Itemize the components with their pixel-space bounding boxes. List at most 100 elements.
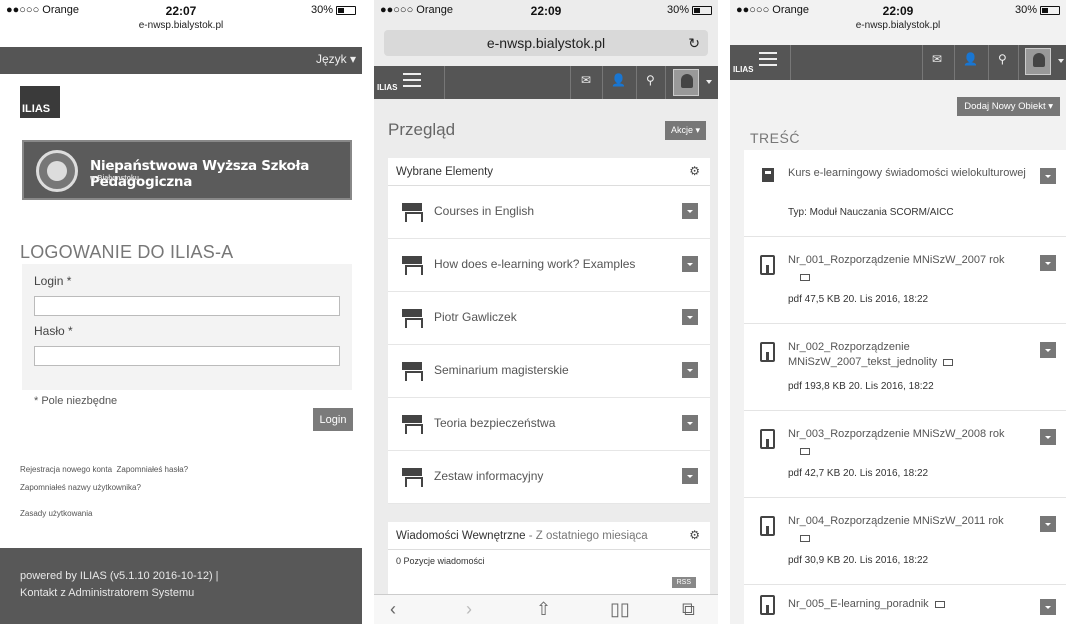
carrier: ●●○○○ Orange xyxy=(736,4,809,16)
course-icon xyxy=(402,468,423,487)
item-title[interactable]: Kurs e-learningowy świadomości wielokult… xyxy=(788,166,1036,181)
ilias-logo[interactable]: ILIAS xyxy=(733,65,753,74)
list-item[interactable]: Nr_002_Rozporządzenie MNiSzW_2007_tekst_… xyxy=(744,324,1066,411)
list-item[interactable]: Teoria bezpieczeństwa xyxy=(388,398,710,451)
item-label[interactable]: Piotr Gawliczek xyxy=(434,310,517,324)
mail-icon[interactable]: ✉ xyxy=(581,73,591,87)
search-icon[interactable]: ⚲ xyxy=(998,52,1007,66)
item-actions-dropdown[interactable] xyxy=(1040,342,1056,358)
file-download-icon xyxy=(760,516,775,536)
item-label[interactable]: Seminarium magisterskie xyxy=(434,363,569,377)
ilias-logo[interactable]: ILIAS xyxy=(20,86,60,118)
bookmarks-icon[interactable]: ▯▯ xyxy=(610,599,630,620)
menu-icon[interactable] xyxy=(759,52,777,66)
item-actions-dropdown[interactable] xyxy=(682,362,698,378)
tabs-icon[interactable]: ⧉ xyxy=(682,599,695,620)
school-seal-icon xyxy=(36,150,78,192)
terms-link[interactable]: Zasady użytkowania xyxy=(20,509,92,518)
monitor-icon xyxy=(800,274,810,281)
item-title[interactable]: Nr_004_Rozporządzenie MNiSzW_2011 rok xyxy=(788,514,1036,529)
item-label[interactable]: How does e-learning work? Examples xyxy=(434,257,635,271)
forgot-username-link[interactable]: Zapomniałeś nazwy użytkownika? xyxy=(20,483,141,492)
monitor-icon xyxy=(800,535,810,542)
back-icon[interactable]: ‹ xyxy=(390,599,396,620)
monitor-icon xyxy=(943,358,954,366)
search-icon[interactable]: ⚲ xyxy=(646,73,655,87)
item-actions-dropdown[interactable] xyxy=(682,468,698,484)
item-title[interactable]: Nr_005_E-learning_poradnik xyxy=(788,597,1036,612)
language-button[interactable]: Język ▾ xyxy=(316,52,356,66)
chevron-down-icon[interactable] xyxy=(1058,59,1064,63)
gear-icon[interactable]: ⚙ xyxy=(689,528,700,542)
menu-icon[interactable] xyxy=(403,73,421,87)
item-actions-dropdown[interactable] xyxy=(1040,429,1056,445)
list-item[interactable]: Piotr Gawliczek xyxy=(388,292,710,345)
item-label[interactable]: Courses in English xyxy=(434,204,534,218)
item-label[interactable]: Zestaw informacyjny xyxy=(434,469,543,483)
reload-icon[interactable]: ↻ xyxy=(688,30,700,56)
avatar[interactable] xyxy=(1025,48,1051,75)
dashboard-screen: ●●○○○ Orange 22:09 30% e-nwsp.bialystok.… xyxy=(374,0,718,624)
carrier: ●●○○○ Orange xyxy=(380,4,453,16)
list-item[interactable]: Nr_003_Rozporządzenie MNiSzW_2008 rok pd… xyxy=(744,411,1066,498)
item-actions-dropdown[interactable] xyxy=(682,415,698,431)
item-title[interactable]: Nr_001_Rozporządzenie MNiSzW_2007 rok xyxy=(788,253,1036,268)
item-title[interactable]: Nr_002_Rozporządzenie MNiSzW_2007_tekst_… xyxy=(788,340,958,370)
list-item[interactable]: Nr_005_E-learning_poradnik xyxy=(744,585,1066,624)
panel-title: Wybrane Elementy xyxy=(396,166,494,178)
list-item[interactable]: Seminarium magisterskie xyxy=(388,345,710,398)
course-icon xyxy=(402,256,423,275)
mail-icon[interactable]: ✉ xyxy=(932,52,942,66)
item-actions-dropdown[interactable] xyxy=(1040,516,1056,532)
gear-icon[interactable]: ⚙ xyxy=(689,164,700,178)
login-button[interactable]: Login xyxy=(313,408,353,431)
course-icon xyxy=(402,203,423,222)
forward-icon[interactable]: › xyxy=(466,599,472,620)
status-bar: ●●○○○ Orange 22:09 30% xyxy=(374,0,718,20)
carrier: ●●○○○ Orange xyxy=(6,4,79,16)
learning-module-icon xyxy=(762,168,774,182)
item-actions-dropdown[interactable] xyxy=(1040,168,1056,184)
url-text: e-nwsp.bialystok.pl xyxy=(486,35,606,51)
file-download-icon xyxy=(760,429,775,449)
item-label[interactable]: Teoria bezpieczeństwa xyxy=(434,416,555,430)
list-item[interactable]: Courses in English xyxy=(388,186,710,239)
contact-admin-link[interactable]: Kontakt z Administratorem Systemu xyxy=(20,585,342,602)
forgot-password-link[interactable]: Zapomniałeś hasła? xyxy=(117,465,189,474)
file-download-icon xyxy=(760,342,775,362)
login-input[interactable] xyxy=(34,296,340,316)
item-actions-dropdown[interactable] xyxy=(682,203,698,219)
list-item[interactable]: Zestaw informacyjny xyxy=(388,451,710,504)
school-name: Niepaństwowa Wyższa Szkoła Pedagogiczna xyxy=(90,158,310,190)
item-actions-dropdown[interactable] xyxy=(1040,255,1056,271)
url-label[interactable]: e-nwsp.bialystok.pl xyxy=(730,20,1066,34)
chevron-down-icon[interactable] xyxy=(706,80,712,84)
user-notifications-icon[interactable]: 👤 xyxy=(611,73,626,87)
login-form: Login * Hasło * xyxy=(22,264,352,390)
address-bar[interactable]: e-nwsp.bialystok.pl ↻ xyxy=(384,30,708,56)
file-download-icon xyxy=(760,255,775,275)
share-icon[interactable]: ⇧ xyxy=(536,599,551,620)
login-screen: ●●○○○ Orange 22:07 30% e-nwsp.bialystok.… xyxy=(0,0,362,624)
item-actions-dropdown[interactable] xyxy=(1040,599,1056,615)
ilias-logo[interactable]: ILIAS xyxy=(377,83,397,92)
list-item[interactable]: How does e-learning work? Examples xyxy=(388,239,710,292)
main-navbar: ILIAS ✉ 👤 ⚲ xyxy=(730,45,1066,80)
main-navbar: ILIAS ✉ 👤 ⚲ xyxy=(374,66,718,99)
list-item[interactable]: Nr_004_Rozporządzenie MNiSzW_2011 rok pd… xyxy=(744,498,1066,585)
avatar[interactable] xyxy=(673,69,699,96)
required-note: * Pole niezbędne xyxy=(34,395,118,407)
list-item[interactable]: Nr_001_Rozporządzenie MNiSzW_2007 rok pd… xyxy=(744,237,1066,324)
rss-button[interactable]: RSS xyxy=(671,577,696,588)
actions-button[interactable]: Akcje ▾ xyxy=(664,121,706,140)
list-item[interactable]: Kurs e-learningowy świadomości wielokult… xyxy=(744,150,1066,237)
user-notifications-icon[interactable]: 👤 xyxy=(963,52,978,66)
password-input[interactable] xyxy=(34,346,340,366)
item-actions-dropdown[interactable] xyxy=(682,309,698,325)
item-actions-dropdown[interactable] xyxy=(682,256,698,272)
register-link[interactable]: Rejestracja nowego konta xyxy=(20,465,112,474)
powered-by[interactable]: powered by ILIAS (v5.1.10 2016-10-12) | xyxy=(20,568,342,585)
add-new-object-button[interactable]: Dodaj Nowy Obiekt ▾ xyxy=(957,97,1060,116)
url-label[interactable]: e-nwsp.bialystok.pl xyxy=(0,20,362,34)
item-title[interactable]: Nr_003_Rozporządzenie MNiSzW_2008 rok xyxy=(788,427,1036,442)
